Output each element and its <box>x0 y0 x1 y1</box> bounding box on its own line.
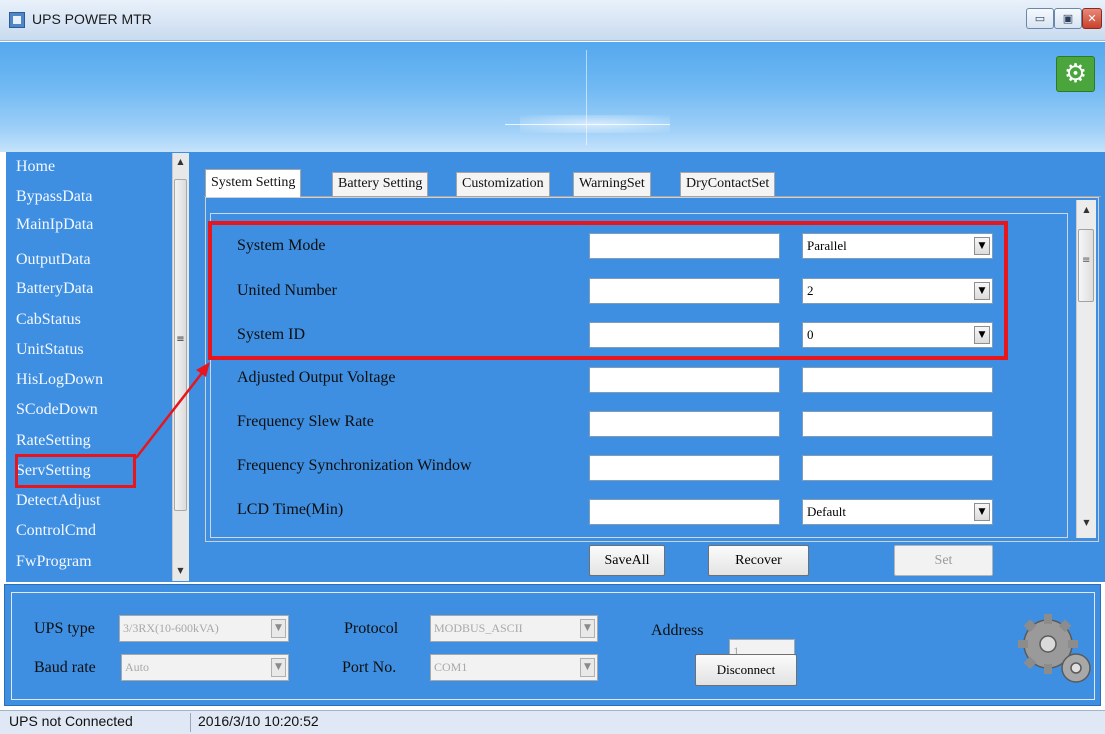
connection-status: UPS not Connected <box>9 713 133 729</box>
select-value: Auto <box>125 660 149 674</box>
status-bar <box>0 710 1105 734</box>
chevron-down-icon[interactable]: ▼ <box>271 619 286 638</box>
tab-system-setting[interactable]: System Setting <box>205 169 302 197</box>
baud-rate-label: Baud rate <box>34 659 96 676</box>
chevron-down-icon[interactable]: ▼ <box>580 658 595 677</box>
ups-type-label: UPS type <box>34 620 95 637</box>
port-no-label: Port No. <box>342 659 397 676</box>
disconnect-button[interactable]: Disconnect <box>695 654 797 686</box>
recover-button[interactable]: Recover <box>708 545 809 576</box>
baud-rate-select[interactable]: Auto ▼ <box>121 654 289 681</box>
chevron-down-icon[interactable]: ▼ <box>271 658 286 677</box>
ups-type-select[interactable]: 3/3RX(10-600kVA) ▼ <box>119 615 289 642</box>
select-value: MODBUS_ASCII <box>434 621 523 635</box>
status-divider <box>190 713 191 732</box>
set-button[interactable]: Set <box>894 545 993 576</box>
save-all-button[interactable]: SaveAll <box>589 545 665 576</box>
select-value: 3/3RX(10-600kVA) <box>123 621 219 635</box>
connection-group-frame <box>11 592 1095 700</box>
status-timestamp: 2016/3/10 10:20:52 <box>198 713 319 729</box>
protocol-select[interactable]: MODBUS_ASCII ▼ <box>430 615 598 642</box>
select-value: COM1 <box>434 660 468 674</box>
chevron-down-icon[interactable]: ▼ <box>580 619 595 638</box>
port-no-select[interactable]: COM1 ▼ <box>430 654 598 681</box>
gears-icon <box>1018 614 1091 683</box>
address-label: Address <box>651 622 704 639</box>
protocol-label: Protocol <box>344 620 399 637</box>
